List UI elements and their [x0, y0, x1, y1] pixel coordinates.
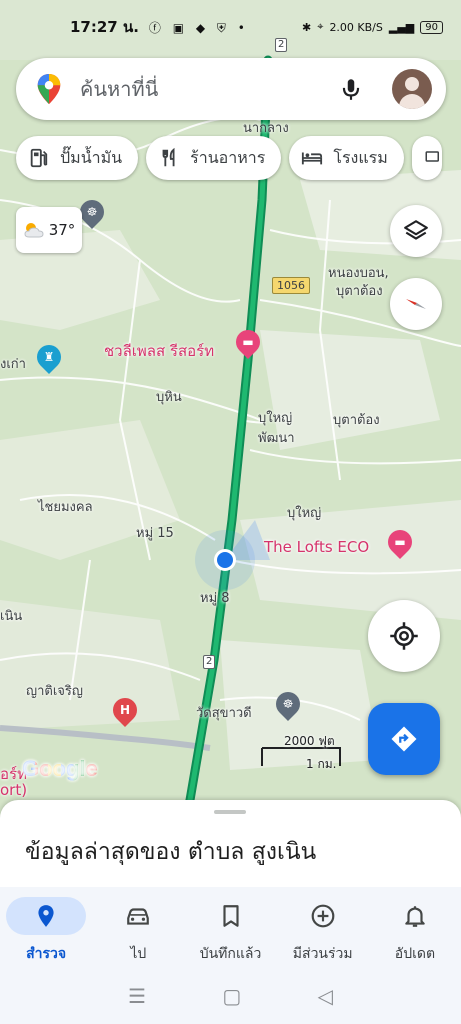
map-canvas[interactable]: 2 1056 2 นากลาง หนองบอน, บุตาต้อง ชวลีเพ…: [0, 0, 461, 815]
map-label-kao[interactable]: งเก่า: [0, 353, 26, 374]
compass-button[interactable]: [390, 278, 442, 330]
scale-label-km: 1 กม.: [306, 757, 337, 771]
map-label-butatong-2[interactable]: บุตาต้อง: [333, 409, 380, 430]
layers-icon: [404, 220, 428, 240]
nav-label-updates: อัปเดต: [394, 946, 436, 962]
map-label-noen[interactable]: เนิน: [0, 605, 22, 626]
map-label-resort-left-2[interactable]: ort): [0, 781, 27, 799]
nav-updates[interactable]: อัปเดต: [369, 887, 461, 967]
weather-temp: 37°: [48, 221, 76, 239]
signal-icon: ▂▄▆: [388, 20, 415, 34]
more-category-icon: [425, 151, 439, 162]
route-1056-badge: 1056: [272, 277, 310, 294]
google-logo: Google: [22, 756, 98, 782]
hospital-pin-icon[interactable]: H: [108, 693, 142, 727]
chip-restaurant[interactable]: ร้านอาหาร: [146, 136, 282, 180]
map-label-butatong-1[interactable]: บุตาต้อง: [336, 280, 383, 301]
map-label-buyai-phatthana-2[interactable]: พัฒนา: [258, 427, 295, 448]
net-speed: 2.00 KB/S: [329, 20, 383, 34]
add-circle-icon: [311, 904, 335, 928]
nav-go[interactable]: ไป: [92, 887, 184, 967]
car-icon: [127, 908, 150, 925]
search-bar[interactable]: ค้นหาที่นี่: [16, 58, 446, 120]
bottom-navigation: สำรวจ ไป บันทึกแล้ว มีส่วนร่วม อัปเดต: [0, 887, 461, 967]
category-chips: ปั๊มน้ำมัน ร้านอาหาร โรงแรม: [16, 136, 442, 180]
home-icon[interactable]: ▢: [222, 984, 241, 1008]
map-label-lofts-eco[interactable]: The Lofts ECO: [264, 538, 369, 556]
nav-label-saved: บันทึกแล้ว: [199, 946, 262, 962]
partly-cloudy-icon: [24, 223, 44, 238]
search-placeholder[interactable]: ค้นหาที่นี่: [80, 73, 338, 105]
landmark-pin-icon[interactable]: ♜: [32, 340, 66, 374]
nav-contribute[interactable]: มีส่วนร่วม: [277, 887, 369, 967]
system-navigation-bar: ☰ ▢ ◁: [0, 967, 461, 1024]
chip-label-hotel: โรงแรม: [333, 147, 388, 167]
chip-more[interactable]: [411, 136, 442, 180]
map-label-chaimongkhon[interactable]: ไชยมงคล: [38, 496, 93, 517]
layers-button[interactable]: [390, 205, 442, 257]
hotel-pin-icon-2[interactable]: ▬: [383, 525, 417, 559]
chip-label-gas: ปั๊มน้ำมัน: [60, 147, 123, 167]
maps-logo-icon: [37, 73, 61, 105]
map-label-nakhlang[interactable]: นากลาง: [243, 117, 289, 138]
recents-icon[interactable]: ☰: [128, 984, 146, 1008]
battery-indicator: 90: [420, 20, 443, 34]
map-label-yatijaroen[interactable]: ญาติเจริญ: [26, 680, 83, 701]
nav-saved[interactable]: บันทึกแล้ว: [184, 887, 276, 967]
back-icon[interactable]: ◁: [317, 984, 332, 1008]
notification-icons: ⓕ ▣ ◆ ⛨ •: [148, 20, 249, 35]
my-location-button[interactable]: [368, 600, 440, 672]
status-bar: 17:27 น. ⓕ ▣ ◆ ⛨ • ✱ ⌖ 2.00 KB/S ▂▄▆ 90: [0, 0, 461, 54]
map-label-wat-sukhawadi[interactable]: วัดสุขาวดี: [196, 702, 252, 723]
sheet-title[interactable]: ข้อมูลล่าสุดของ ตำบล สูงเนิน: [25, 834, 316, 870]
location-icon: ⌖: [317, 20, 324, 33]
map-label-buyai-phatthana-1[interactable]: บุใหญ่: [258, 407, 292, 428]
gas-station-icon: [30, 148, 48, 168]
temple-pin-icon-2[interactable]: ☸: [271, 687, 305, 721]
bluetooth-icon: ✱: [302, 20, 312, 34]
bookmark-icon: [222, 905, 239, 927]
chip-label-restaurant: ร้านอาหาร: [190, 147, 266, 167]
hotel-icon: [302, 152, 323, 165]
weather-widget[interactable]: 37°: [16, 207, 82, 253]
restaurant-icon: [162, 147, 175, 167]
chip-gas-station[interactable]: ปั๊มน้ำมัน: [16, 136, 139, 180]
map-label-chalee-resort[interactable]: ชวลีเพลส รีสอร์ท: [104, 339, 214, 363]
map-label-moo-15[interactable]: หมู่ 15: [136, 522, 174, 543]
map-label-moo-8[interactable]: หมู่ 8: [200, 587, 230, 608]
chip-hotel[interactable]: โรงแรม: [289, 136, 404, 180]
google-logo-text: Google: [22, 756, 98, 781]
explore-pin-icon: [38, 905, 54, 927]
nav-label-explore: สำรวจ: [26, 946, 67, 962]
nav-label-contribute: มีส่วนร่วม: [292, 946, 353, 962]
crosshair-icon: [390, 622, 418, 650]
directions-icon: [391, 726, 417, 752]
hotel-pin-icon[interactable]: ▬: [231, 325, 265, 359]
map-label-buyai[interactable]: บุใหญ่: [287, 502, 321, 523]
directions-button[interactable]: [368, 703, 440, 775]
map-label-buhin[interactable]: บุหิน: [156, 386, 182, 407]
bottom-sheet[interactable]: ข้อมูลล่าสุดของ ตำบล สูงเนิน: [0, 800, 461, 888]
nav-label-go: ไป: [130, 946, 147, 962]
status-time: 17:27 น.: [70, 18, 139, 36]
compass-icon: [406, 299, 426, 309]
mic-icon[interactable]: [338, 76, 364, 102]
status-right: ✱ ⌖ 2.00 KB/S ▂▄▆ 90: [302, 20, 443, 34]
sheet-drag-handle[interactable]: [214, 810, 246, 814]
bell-icon: [405, 906, 425, 927]
scale-label-feet: 2000 ฟุต: [284, 734, 335, 748]
avatar[interactable]: [392, 69, 432, 109]
nav-explore[interactable]: สำรวจ: [0, 887, 92, 967]
route-2-shield-bottom: 2: [203, 655, 216, 669]
